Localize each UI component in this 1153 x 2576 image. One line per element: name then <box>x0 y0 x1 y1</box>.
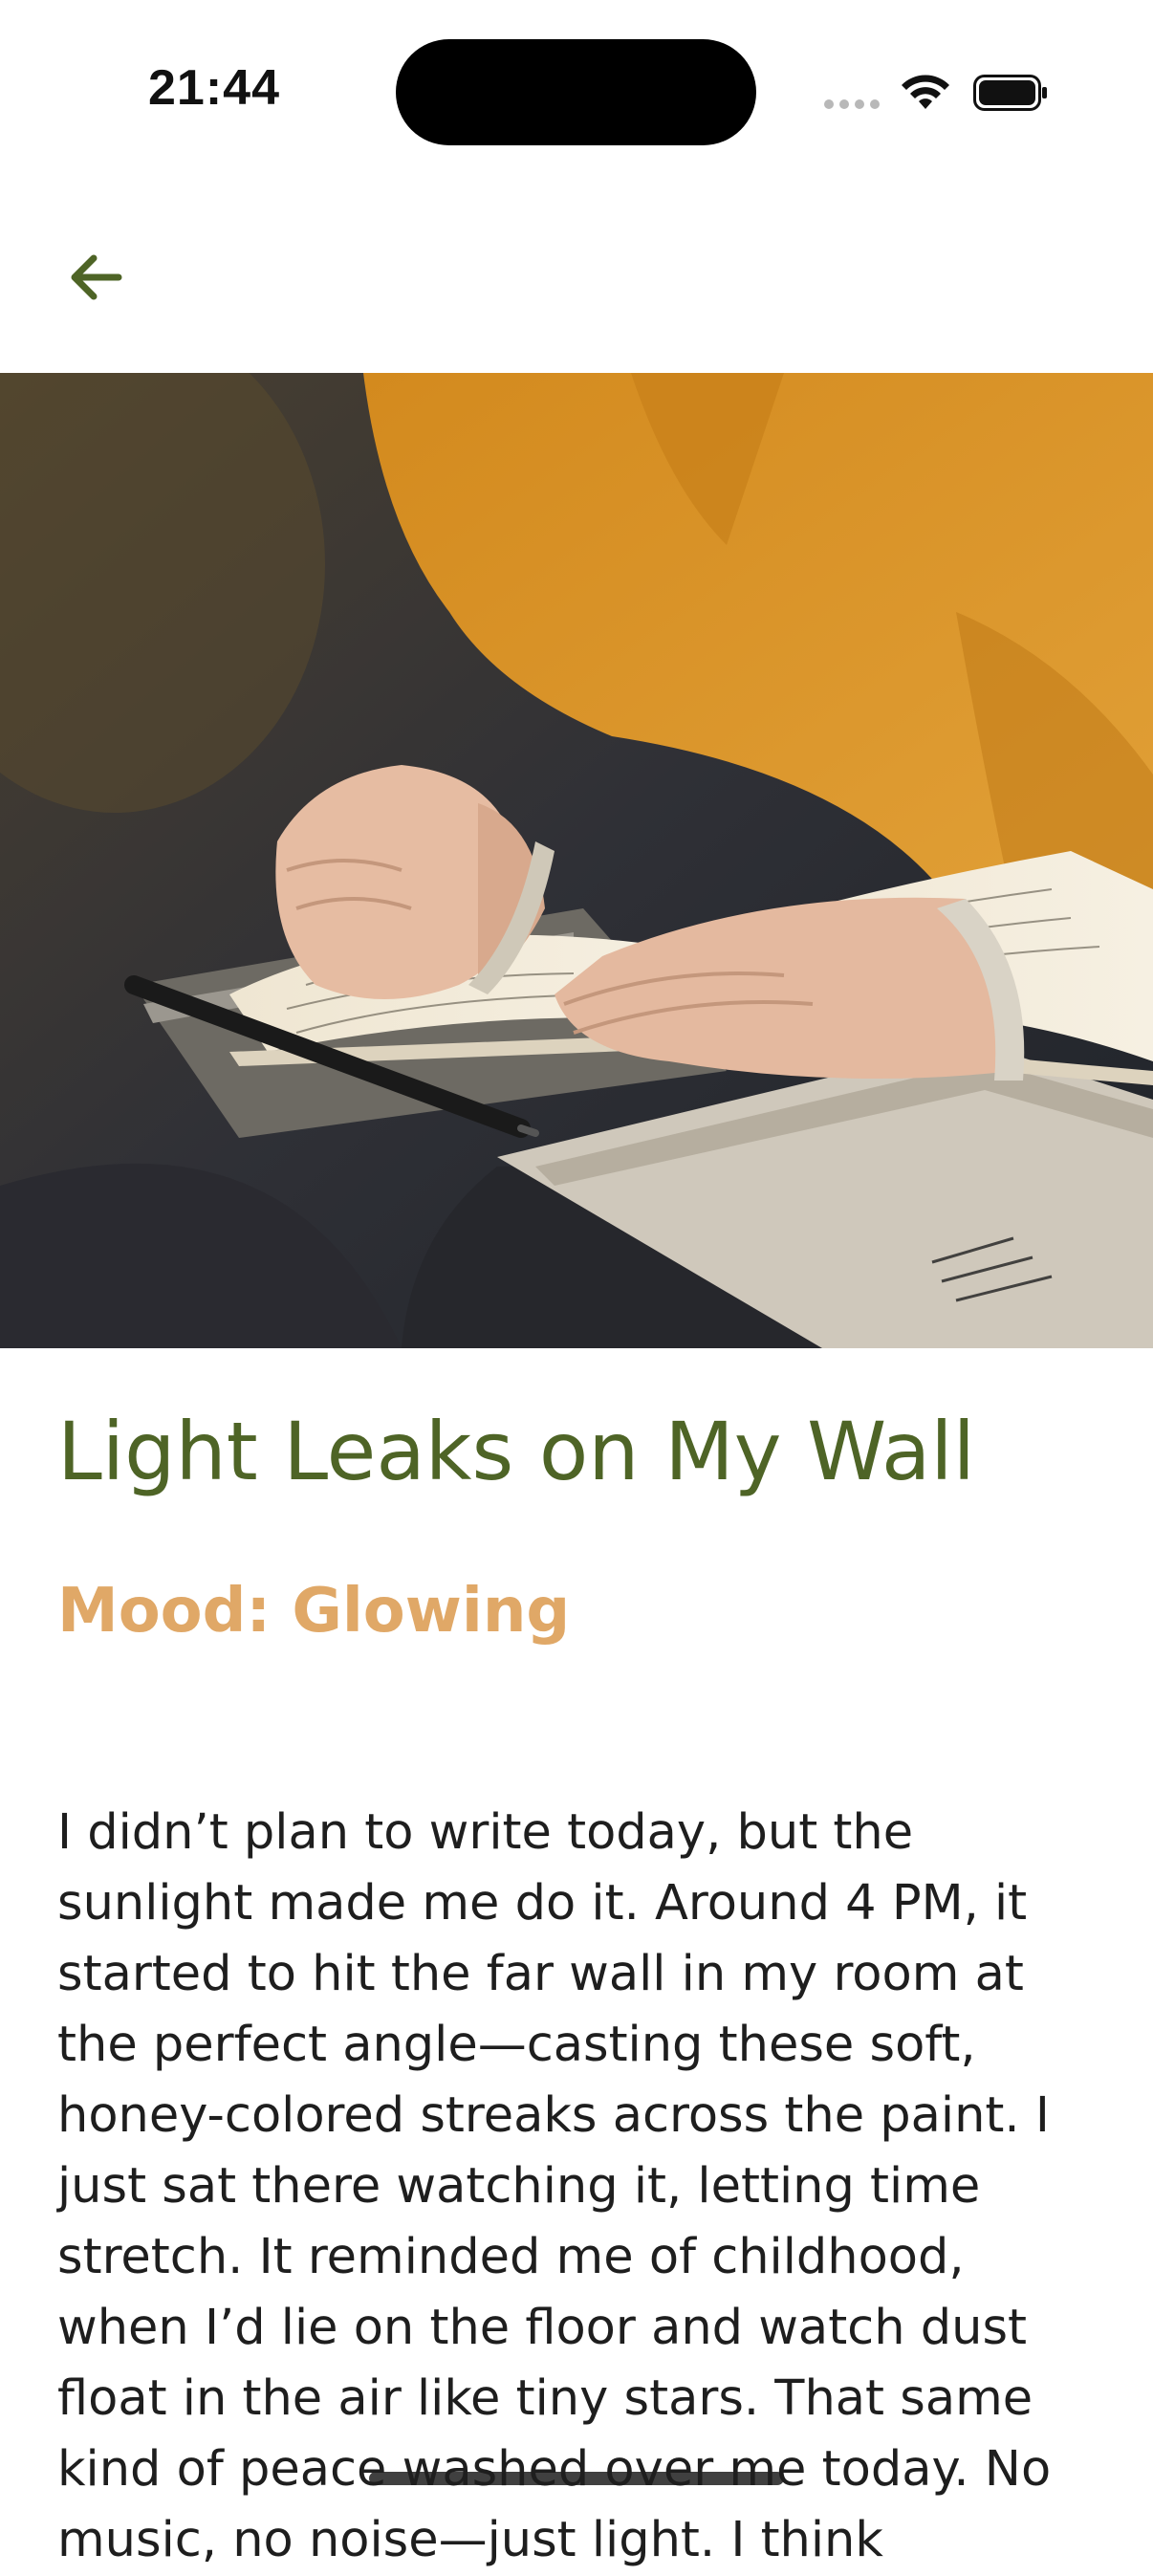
back-button[interactable] <box>57 239 134 316</box>
entry-body: I didn’t plan to write today, but the su… <box>57 1804 1052 2568</box>
wifi-icon <box>902 75 949 109</box>
entry-mood: Mood: Glowing <box>57 1576 571 1647</box>
home-indicator[interactable] <box>369 2472 784 2485</box>
arrow-left-icon <box>71 254 122 300</box>
status-bar: 21:44 <box>0 0 1153 191</box>
journal-writing-photo <box>0 373 1153 1348</box>
hero-image <box>0 373 1153 1348</box>
dynamic-island <box>396 39 756 145</box>
battery-icon <box>973 75 1047 111</box>
entry-title: Light Leaks on My Wall <box>57 1405 975 1498</box>
status-time: 21:44 <box>148 60 280 116</box>
signal-dots-icon <box>824 99 880 109</box>
